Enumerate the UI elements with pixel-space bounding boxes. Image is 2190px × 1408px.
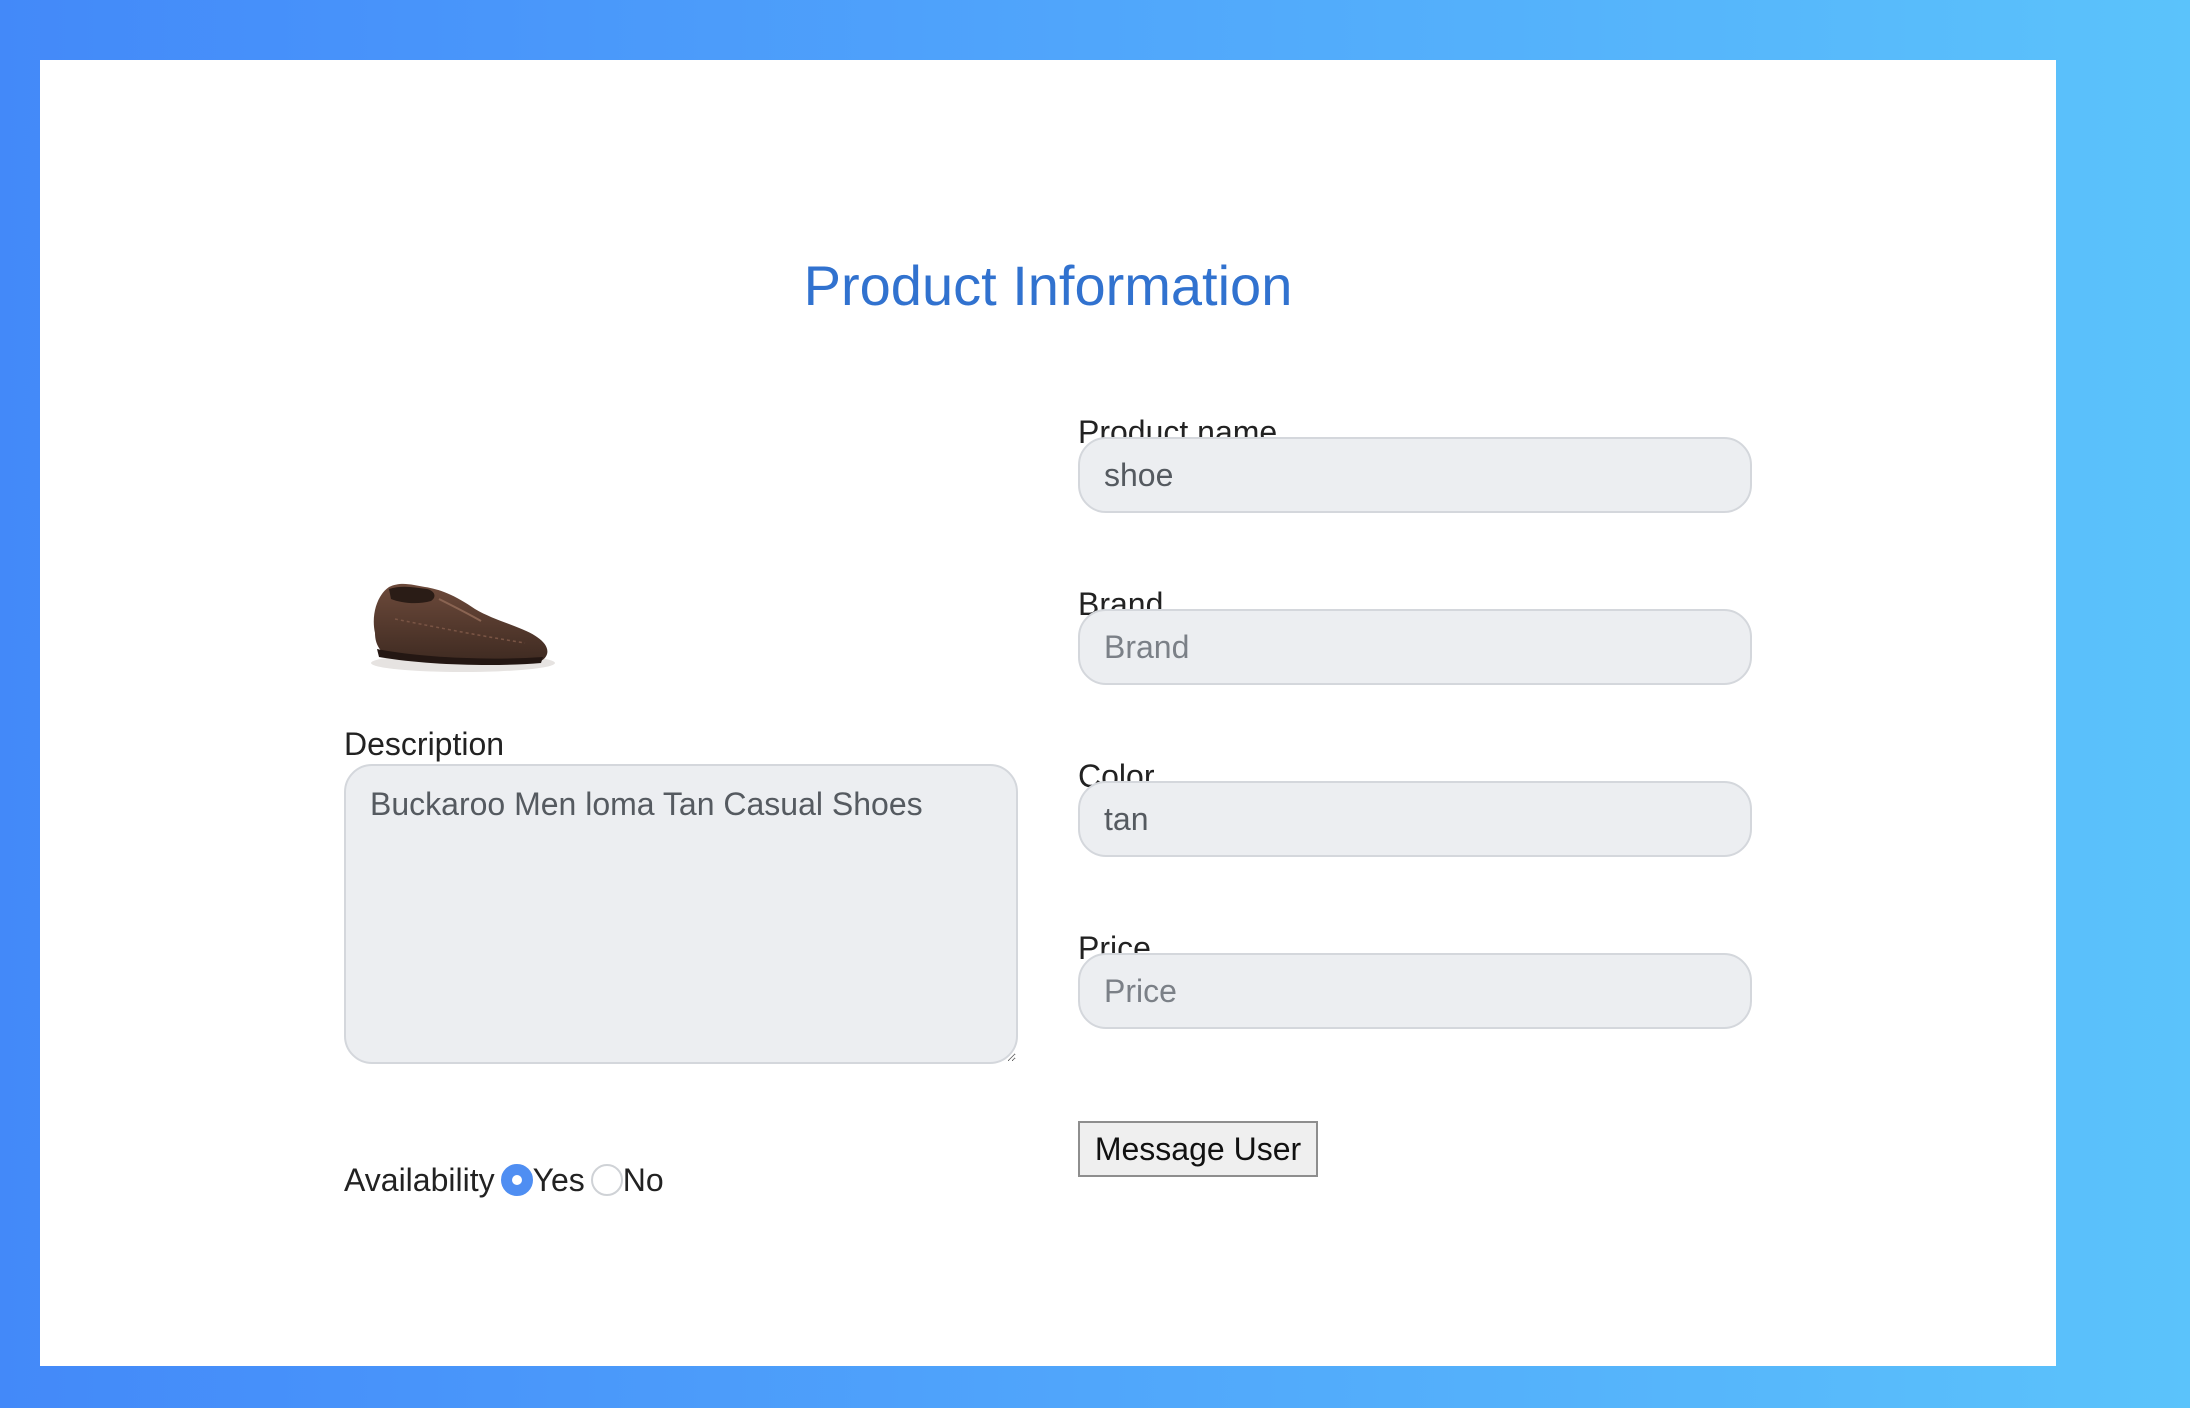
availability-no-radio[interactable] xyxy=(590,1164,623,1196)
product-name-input[interactable] xyxy=(1078,437,1752,513)
availability-label: Availability xyxy=(344,1161,495,1198)
message-user-button[interactable]: Message User xyxy=(1078,1121,1318,1177)
availability-group: Availability Yes No xyxy=(344,1160,664,1200)
brand-input[interactable] xyxy=(1078,609,1752,685)
description-label: Description xyxy=(344,726,505,762)
availability-yes-label[interactable]: Yes xyxy=(533,1162,585,1199)
price-input[interactable] xyxy=(1078,953,1752,1029)
availability-no-label[interactable]: No xyxy=(623,1162,664,1199)
availability-yes-radio[interactable] xyxy=(500,1164,533,1196)
description-textarea[interactable]: Buckaroo Men loma Tan Casual Shoes xyxy=(344,764,1018,1064)
color-input[interactable] xyxy=(1078,781,1752,857)
product-image xyxy=(371,583,555,672)
page-title: Product Information xyxy=(803,254,1293,317)
product-card: Product Information Description Buckaroo… xyxy=(40,60,2056,1366)
